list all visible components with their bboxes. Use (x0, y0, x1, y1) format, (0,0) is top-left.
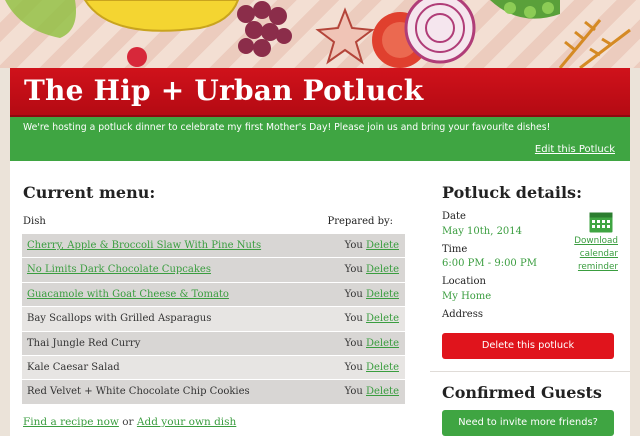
edit-potluck-link[interactable]: Edit this Potluck (535, 144, 615, 155)
intro-text: We're hosting a potluck dinner to celebr… (23, 122, 551, 133)
calendar-link-line2: calendar (579, 249, 618, 260)
prepared-by-cell: You Delete (345, 313, 399, 324)
time-value: 6:00 PM - 9:00 PM (442, 258, 537, 269)
dish-link[interactable]: Guacamole with Goat Cheese & Tomato (27, 289, 229, 300)
dish-link[interactable]: Cherry, Apple & Broccoli Slaw With Pine … (27, 240, 261, 251)
prepared-by-name: You (344, 337, 363, 349)
delete-dish-link[interactable]: Delete (366, 240, 399, 251)
dish-link[interactable]: No Limits Dark Chocolate Cupcakes (27, 264, 211, 275)
prepared-by-column-header: Prepared by: (327, 216, 394, 227)
table-row: No Limits Dark Chocolate Cupcakes You De… (22, 258, 405, 283)
dish-name: Red Velvet + White Chocolate Chip Cookie… (27, 386, 250, 398)
intro-strip: We're hosting a potluck dinner to celebr… (10, 117, 630, 161)
table-row: Guacamole with Goat Cheese & Tomato You … (22, 282, 405, 308)
dish-column-header: Dish (23, 216, 46, 227)
table-row: Bay Scallops with Grilled Asparagus You … (22, 307, 405, 332)
delete-dish-link[interactable]: Delete (366, 386, 399, 397)
calendar-link-line1: Download (574, 236, 618, 246)
confirmed-guests-heading: Confirmed Guests (442, 383, 602, 402)
title-bar: The Hip + Urban Potluck (10, 68, 630, 117)
address-label: Address (442, 309, 483, 320)
time-label: Time (442, 244, 468, 255)
dish-name: Thai Jungle Red Curry (27, 337, 141, 349)
or-text: or (122, 416, 134, 428)
prepared-by-cell: You Delete (345, 338, 399, 349)
current-menu-heading: Current menu: (23, 183, 156, 202)
table-row: Kale Caesar Salad You Delete (22, 355, 405, 381)
table-row: Thai Jungle Red Curry You Delete (22, 331, 405, 356)
delete-dish-link[interactable]: Delete (366, 313, 399, 324)
prepared-by-name: You (344, 361, 363, 373)
menu-table: Cherry, Apple & Broccoli Slaw With Pine … (22, 234, 405, 405)
delete-dish-link[interactable]: Delete (366, 338, 399, 349)
prepared-by-cell: You Delete (345, 264, 399, 275)
menu-table-header: Dish Prepared by: (23, 216, 405, 227)
date-value: May 10th, 2014 (442, 226, 523, 237)
prepared-by-name: You (344, 240, 363, 251)
delete-dish-link[interactable]: Delete (366, 362, 399, 373)
delete-dish-link[interactable]: Delete (366, 264, 399, 275)
section-divider (430, 371, 630, 372)
prepared-by-name: You (344, 386, 363, 398)
add-own-dish-link[interactable]: Add your own dish (137, 416, 236, 428)
prepared-by-name: You (344, 313, 363, 325)
dish-name: Bay Scallops with Grilled Asparagus (27, 313, 212, 325)
calendar-icon[interactable] (589, 211, 613, 233)
dish-name: Kale Caesar Salad (27, 361, 120, 373)
menu-footer-links: Find a recipe now or Add your own dish (23, 416, 236, 428)
date-label: Date (442, 211, 466, 222)
header-banner-illustration (0, 0, 640, 68)
find-recipe-link[interactable]: Find a recipe now (23, 416, 119, 428)
delete-dish-link[interactable]: Delete (366, 289, 399, 300)
table-row: Red Velvet + White Chocolate Chip Cookie… (22, 380, 405, 405)
download-calendar-reminder-link[interactable]: Download calendar reminder (568, 235, 618, 275)
page-title: The Hip + Urban Potluck (24, 74, 424, 107)
main-content: Current menu: Dish Prepared by: Cherry, … (10, 161, 630, 436)
prepared-by-cell: You Delete (345, 240, 399, 251)
calendar-link-line3: reminder (577, 262, 618, 273)
prepared-by-name: You (344, 288, 363, 300)
prepared-by-cell: You Delete (345, 386, 399, 397)
potluck-details-heading: Potluck details: (442, 183, 582, 202)
prepared-by-name: You (344, 264, 363, 276)
table-row: Cherry, Apple & Broccoli Slaw With Pine … (22, 234, 405, 259)
prepared-by-cell: You Delete (345, 289, 399, 300)
prepared-by-cell: You Delete (345, 362, 399, 373)
delete-potluck-button[interactable]: Delete this potluck (442, 333, 614, 359)
invite-friends-button[interactable]: Need to invite more friends? (442, 410, 614, 436)
location-value: My Home (442, 291, 492, 302)
location-label: Location (442, 276, 486, 287)
